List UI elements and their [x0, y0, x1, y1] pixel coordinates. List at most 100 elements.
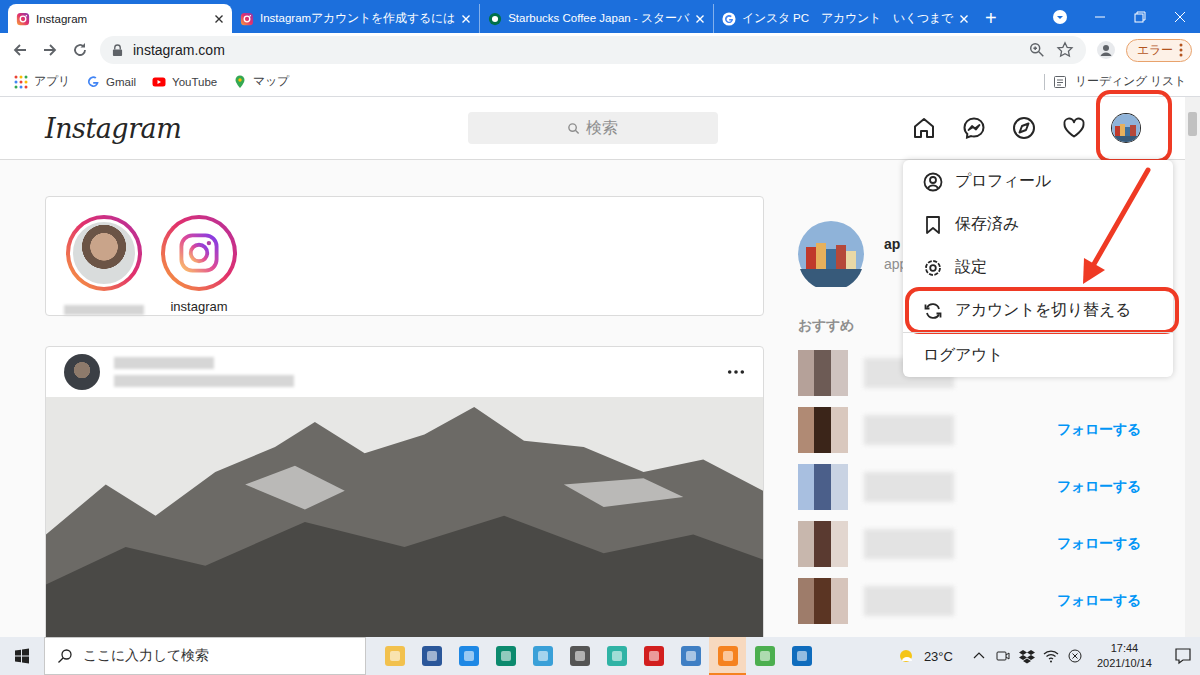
account-photo-icon[interactable] — [798, 221, 864, 287]
zoom-icon[interactable] — [1028, 41, 1046, 59]
bookmark-label: アプリ — [34, 74, 70, 89]
search-placeholder: 検索 — [586, 118, 618, 139]
story-avatar — [165, 219, 233, 287]
app-icon — [569, 645, 591, 667]
screen: InstagramInstagramアカウントを作成するにはStarbucks … — [0, 0, 1200, 675]
follow-button[interactable]: フォローする — [1057, 535, 1141, 553]
browser-tab[interactable]: インスタ PC アカウント いくつまで — [713, 4, 977, 33]
menu-item-label: プロフィール — [955, 171, 1051, 192]
scrollbar[interactable] — [1185, 97, 1200, 637]
app-button[interactable] — [672, 637, 709, 675]
browser-tab[interactable]: Starbucks Coffee Japan - スターバ — [479, 4, 713, 33]
explore-compass-icon[interactable] — [1012, 116, 1036, 140]
more-options-icon[interactable] — [727, 369, 745, 375]
instagram-header: Instagram 検索 — [0, 97, 1185, 160]
avatar-photo-icon — [1112, 114, 1140, 142]
follow-button[interactable]: フォローする — [1057, 421, 1141, 439]
scrollbar-thumb[interactable] — [1188, 112, 1197, 136]
tab-title: インスタ PC アカウント いくつまで — [742, 11, 953, 26]
app-icon — [717, 645, 739, 667]
reload-icon[interactable] — [70, 40, 90, 60]
app-button[interactable] — [709, 637, 746, 675]
post-avatar[interactable] — [64, 354, 100, 390]
separator — [1044, 74, 1045, 90]
browser-tab[interactable]: Instagramアカウントを作成するには — [232, 4, 479, 33]
chevron-up-icon[interactable] — [971, 648, 987, 664]
address-bar[interactable]: instagram.com — [100, 36, 1086, 64]
home-icon[interactable] — [912, 116, 936, 140]
browser-tab[interactable]: Instagram — [8, 4, 232, 33]
instagram-logo[interactable]: Instagram — [45, 113, 468, 144]
close-icon[interactable] — [695, 14, 705, 24]
youtube-icon — [152, 75, 166, 89]
blurred-name — [114, 357, 214, 369]
post — [45, 346, 764, 637]
app-icon — [421, 645, 443, 667]
app-button[interactable] — [450, 637, 487, 675]
follow-button[interactable]: フォローする — [1057, 478, 1141, 496]
close-icon[interactable] — [959, 14, 969, 24]
taskbar-search[interactable]: ここに入力して検索 — [44, 637, 366, 675]
reading-list[interactable]: リーディング リスト — [1044, 74, 1186, 90]
close-icon[interactable] — [461, 14, 471, 24]
star-icon[interactable] — [1056, 41, 1074, 59]
menu-item[interactable]: 設定 — [903, 246, 1173, 289]
windows-start-icon[interactable] — [14, 648, 30, 664]
starbucks-icon — [488, 12, 502, 26]
tab-strip: InstagramInstagramアカウントを作成するにはStarbucks … — [0, 0, 1200, 33]
heart-icon[interactable] — [1062, 116, 1086, 140]
app-icon — [606, 645, 628, 667]
menu-item[interactable]: 保存済み — [903, 203, 1173, 246]
app-button[interactable] — [635, 637, 672, 675]
app-button[interactable] — [376, 637, 413, 675]
app-button[interactable] — [487, 637, 524, 675]
meet-now-icon[interactable] — [995, 648, 1011, 664]
search-icon — [57, 648, 73, 664]
close-window-icon[interactable] — [1172, 9, 1188, 25]
profile-icon[interactable] — [1096, 40, 1116, 60]
app-button[interactable] — [524, 637, 561, 675]
volume-muted-icon[interactable] — [1067, 648, 1083, 664]
new-tab-button[interactable]: + — [977, 4, 1005, 33]
menu-item[interactable]: アカウントを切り替える — [903, 289, 1173, 332]
bookmark[interactable]: YouTube — [152, 75, 217, 89]
bookmark[interactable]: Gmail — [86, 75, 136, 89]
app-button[interactable] — [598, 637, 635, 675]
notification-icon[interactable] — [1174, 647, 1192, 665]
back-icon[interactable] — [10, 40, 30, 60]
profile-icon — [923, 172, 943, 192]
wifi-icon[interactable] — [1043, 648, 1059, 664]
bookmark[interactable]: マップ — [233, 74, 289, 89]
tab-search-icon[interactable] — [1052, 9, 1068, 25]
profile-error-button[interactable]: エラー — [1126, 39, 1192, 62]
taskbar-search-placeholder: ここに入力して検索 — [83, 647, 209, 665]
bookmark[interactable]: アプリ — [14, 74, 70, 89]
minimize-icon[interactable] — [1092, 9, 1108, 25]
app-button[interactable] — [746, 637, 783, 675]
app-button[interactable] — [413, 637, 450, 675]
blurred-avatar — [798, 578, 848, 624]
messenger-icon[interactable] — [962, 116, 986, 140]
stories-bar: instagram — [45, 196, 764, 316]
blurred-name — [864, 529, 954, 559]
menu-item[interactable]: ログアウト — [903, 332, 1173, 377]
bookmark-icon — [923, 215, 943, 235]
dropbox-icon[interactable] — [1019, 648, 1035, 664]
restore-icon[interactable] — [1132, 9, 1148, 25]
account-avatar[interactable] — [1112, 114, 1140, 142]
search-field[interactable]: 検索 — [468, 112, 718, 144]
story[interactable] — [66, 215, 142, 315]
clock[interactable]: 17:442021/10/14 — [1097, 641, 1152, 671]
post-author — [114, 357, 713, 387]
weather-temperature[interactable]: 23°C — [924, 649, 953, 664]
app-button[interactable] — [783, 637, 820, 675]
story[interactable]: instagram — [161, 215, 237, 315]
weather-sun-icon[interactable] — [896, 646, 916, 666]
follow-button[interactable]: フォローする — [1057, 592, 1141, 610]
forward-icon[interactable] — [40, 40, 60, 60]
close-icon[interactable] — [214, 14, 224, 24]
story-avatar — [70, 219, 138, 287]
app-button[interactable] — [561, 637, 598, 675]
gear-icon — [923, 258, 943, 278]
menu-item[interactable]: プロフィール — [903, 160, 1173, 203]
